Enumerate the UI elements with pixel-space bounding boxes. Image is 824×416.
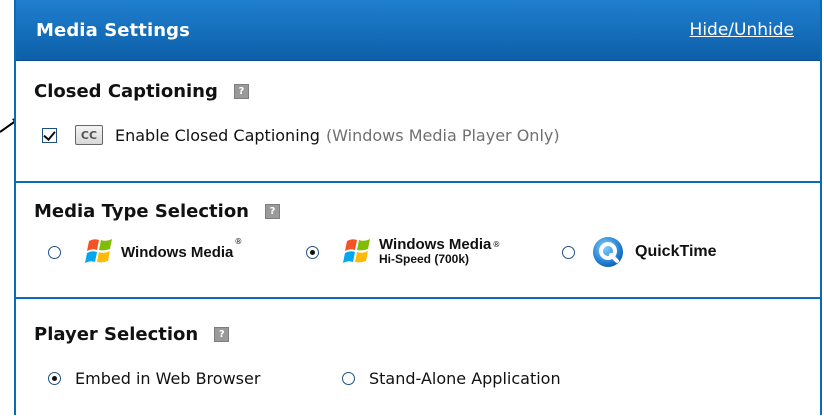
player-option-standalone[interactable]: Stand-Alone Application [342, 369, 561, 388]
help-icon[interactable]: ? [233, 84, 249, 99]
player-selection-title: Player Selection ? [34, 324, 230, 345]
media-settings-panel: Media Settings Hide/Unhide Closed Captio… [14, 0, 822, 415]
media-type-title: Media Type Selection ? [34, 201, 280, 222]
radio-button[interactable] [562, 245, 575, 259]
media-type-label: QuickTime [635, 243, 717, 260]
media-type-sublabel: Hi-Speed (700k) [379, 252, 470, 266]
section-title-text: Closed Captioning [34, 81, 218, 102]
windows-media-logo-icon [85, 239, 112, 263]
player-option-label[interactable]: Embed in Web Browser [75, 369, 260, 388]
panel-title: Media Settings [36, 19, 190, 41]
player-option-label[interactable]: Stand-Alone Application [369, 369, 561, 388]
media-type-hs-label: Windows Media ® Hi-Speed (700k) [379, 236, 501, 266]
media-type-section: Media Type Selection ? Windows Media ® W… [16, 183, 820, 299]
trademark-mark: ® [492, 240, 501, 249]
closed-caption-icon: CC [75, 125, 103, 145]
media-type-label: Windows Media [121, 243, 234, 261]
radio-button-selected[interactable] [306, 245, 319, 259]
section-title-text: Player Selection [34, 324, 199, 345]
quicktime-logo-icon [593, 237, 623, 267]
media-type-option-windows-media-hi-speed[interactable]: Windows Media ® Hi-Speed (700k) [306, 237, 500, 267]
radio-button[interactable] [48, 245, 61, 259]
media-type-option-windows-media[interactable]: Windows Media ® [48, 237, 242, 267]
panel-header: Media Settings Hide/Unhide [16, 0, 820, 61]
windows-media-logo-icon [343, 239, 370, 263]
media-type-label: Windows Media [379, 236, 492, 253]
player-selection-section: Player Selection ? Embed in Web Browser … [16, 299, 820, 416]
player-option-embed[interactable]: Embed in Web Browser [48, 369, 260, 388]
trademark-mark: ® [234, 237, 243, 246]
help-icon[interactable]: ? [214, 327, 230, 342]
cc-note: (Windows Media Player Only) [325, 125, 560, 145]
closed-captioning-title: Closed Captioning ? [34, 81, 249, 102]
hide-unhide-link[interactable]: Hide/Unhide [690, 20, 794, 40]
section-title-text: Media Type Selection [34, 201, 249, 222]
help-icon[interactable]: ? [265, 204, 280, 219]
enable-cc-row: CC Enable Closed Captioning (Windows Med… [42, 125, 560, 145]
radio-button[interactable] [342, 372, 355, 385]
radio-button-selected[interactable] [48, 372, 61, 385]
closed-captioning-section: Closed Captioning ? CC Enable Closed Cap… [16, 61, 820, 183]
enable-cc-label[interactable]: Enable Closed Captioning [115, 126, 320, 145]
media-type-option-quicktime[interactable]: QuickTime [562, 235, 717, 269]
enable-cc-checkbox[interactable] [42, 127, 57, 143]
